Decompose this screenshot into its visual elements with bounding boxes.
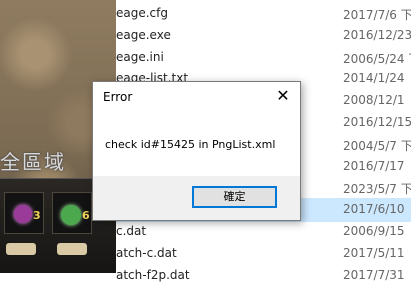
file-date: 2016/12/23: [343, 27, 411, 42]
file-date: 2017/7/6 下: [343, 8, 411, 22]
file-row[interactable]: eage.ini 2006/5/24 下: [116, 46, 411, 70]
ok-button[interactable]: 確定: [192, 186, 277, 208]
dialog-footer: 確定: [93, 176, 300, 220]
error-dialog: Error ✕ check id#15425 in PngList.xml 確定: [92, 81, 301, 221]
file-name: atch-f2p.dat: [116, 267, 190, 282]
slot-1-quantity: 3: [33, 209, 41, 222]
file-date: 2017/5/11: [343, 245, 405, 260]
file-date: 2017/6/10: [343, 202, 405, 217]
file-row[interactable]: eage.cfg 2017/7/6 下: [116, 2, 411, 26]
file-date: 2016/12/15: [343, 115, 411, 129]
purple-potion-icon: [14, 205, 32, 223]
error-message: check id#15425 in PngList.xml: [105, 138, 276, 151]
file-name: c.dat: [116, 224, 147, 238]
file-name: eage.exe: [116, 27, 171, 42]
scroll-icon: [6, 243, 36, 255]
file-date: 2004/5/7 下: [343, 138, 411, 153]
file-date: 2008/12/1: [343, 93, 405, 108]
scroll-icon: [57, 243, 87, 255]
file-date: 2006/9/15: [343, 224, 405, 238]
file-name: eage.ini: [116, 49, 164, 64]
file-date: 2014/1/24: [343, 71, 405, 86]
file-date: 2023/5/7 下: [343, 182, 411, 197]
slot-2-quantity: 6: [82, 209, 90, 222]
file-name: atch-c.dat: [116, 245, 177, 260]
file-name: eage.cfg: [116, 6, 168, 20]
close-icon[interactable]: ✕: [272, 85, 294, 107]
file-date: 2016/7/17: [343, 158, 405, 173]
file-row[interactable]: atch-c.dat 2017/5/11: [116, 242, 411, 266]
green-potion-icon: [61, 205, 81, 225]
game-region-text: 全區域: [0, 150, 66, 174]
file-row[interactable]: c.dat 2006/9/15: [116, 220, 411, 244]
file-date: 2017/7/31: [343, 267, 405, 282]
file-row[interactable]: atch-f2p.dat 2017/7/31: [116, 264, 411, 287]
file-date: 2006/5/24 下: [343, 51, 411, 66]
file-row[interactable]: eage.exe 2016/12/23: [116, 24, 411, 48]
dialog-title: Error: [103, 90, 133, 104]
